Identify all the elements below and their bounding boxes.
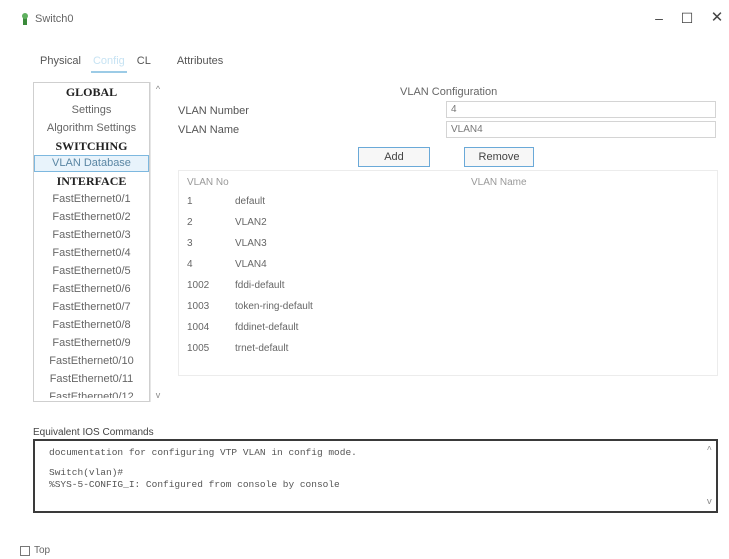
scroll-down-icon[interactable]: v: [153, 390, 163, 400]
sidebar-item-fa0-6[interactable]: FastEthernet0/6: [34, 280, 149, 298]
vlan-no-cell: 1003: [187, 301, 210, 312]
sidebar-item-fa0-12[interactable]: FastEthernet0/12: [34, 388, 149, 398]
table-row[interactable]: 1005 trnet-default: [179, 340, 717, 360]
close-button[interactable]: ✕: [705, 8, 729, 28]
vlan-name-cell: trnet-default: [235, 343, 289, 354]
vlan-name-cell: fddi-default: [235, 280, 285, 291]
title-bar: Switch0 – ☐ ✕: [0, 0, 729, 34]
ios-line: %SYS-5-CONFIG_I: Configured from console…: [49, 479, 340, 490]
config-sidebar: GLOBAL Settings Algorithm Settings SWITC…: [33, 82, 150, 402]
vlan-name-cell: VLAN2: [235, 217, 267, 228]
vlan-no-cell: 1004: [187, 322, 210, 333]
sidebar-scrollbar[interactable]: ^ v: [150, 82, 164, 402]
table-row[interactable]: 1004 fddinet-default: [179, 319, 717, 339]
tab-config[interactable]: Config: [87, 52, 131, 73]
sidebar-header-switching: SWITCHING: [55, 139, 128, 153]
sidebar-item-settings[interactable]: Settings: [34, 101, 149, 119]
sidebar-item-fa0-5[interactable]: FastEthernet0/5: [34, 262, 149, 280]
sidebar-item-algorithm-settings[interactable]: Algorithm Settings: [34, 119, 149, 137]
sidebar-item-fa0-10[interactable]: FastEthernet0/10: [34, 352, 149, 370]
vlan-table: VLAN No VLAN Name 1 default 2 VLAN2 3 VL…: [178, 170, 718, 376]
tab-bar: Physical Config CL Attributes: [34, 52, 229, 73]
ios-line: Switch(vlan)#: [49, 467, 124, 478]
sidebar-item-fa0-1[interactable]: FastEthernet0/1: [34, 190, 149, 208]
sidebar-item-fa0-2[interactable]: FastEthernet0/2: [34, 208, 149, 226]
sidebar-header-interface: INTERFACE: [56, 174, 127, 188]
ios-scroll-up-icon[interactable]: ^: [707, 445, 712, 455]
vlan-name-cell: default: [235, 196, 266, 207]
sidebar-item-fa0-9[interactable]: FastEthernet0/9: [34, 334, 149, 352]
column-header-vlan-no[interactable]: VLAN No: [187, 177, 229, 188]
vlan-no-cell: 1002: [187, 280, 210, 291]
ios-scroll-down-icon[interactable]: v: [707, 497, 712, 507]
vlan-name-cell: VLAN3: [235, 238, 267, 249]
sidebar-item-fa0-3[interactable]: FastEthernet0/3: [34, 226, 149, 244]
ios-commands-label: Equivalent IOS Commands: [33, 427, 154, 438]
table-row[interactable]: 1002 fddi-default: [179, 277, 717, 297]
top-checkbox[interactable]: [20, 545, 30, 556]
vlan-no-cell: 3: [187, 238, 193, 249]
column-header-vlan-name[interactable]: VLAN Name: [471, 177, 527, 188]
vlan-name-cell: token-ring-default: [235, 301, 313, 312]
vlan-config-title: VLAN Configuration: [400, 86, 498, 98]
vlan-no-cell: 4: [187, 259, 193, 270]
sidebar-header-global: GLOBAL: [65, 85, 118, 99]
vlan-no-cell: 1005: [187, 343, 210, 354]
maximize-button[interactable]: ☐: [675, 8, 699, 28]
ios-commands-output[interactable]: documentation for configuring VTP VLAN i…: [33, 439, 718, 513]
tab-cli[interactable]: CL: [131, 52, 157, 70]
sidebar-item-vlan-database[interactable]: VLAN Database: [34, 155, 149, 172]
table-row[interactable]: 3 VLAN3: [179, 235, 717, 255]
table-row[interactable]: 2 VLAN2: [179, 214, 717, 234]
switch-app-icon: [22, 13, 28, 25]
remove-button[interactable]: Remove: [464, 147, 534, 167]
vlan-name-input[interactable]: VLAN4: [446, 121, 716, 138]
tab-attributes[interactable]: Attributes: [171, 52, 229, 70]
ios-line: documentation for configuring VTP VLAN i…: [49, 447, 357, 458]
ios-line-blank: [49, 459, 702, 467]
vlan-name-cell: VLAN4: [235, 259, 267, 270]
vlan-number-input[interactable]: 4: [446, 101, 716, 118]
top-checkbox-label: Top: [34, 545, 51, 556]
table-row[interactable]: 1003 token-ring-default: [179, 298, 717, 318]
sidebar-item-fa0-8[interactable]: FastEthernet0/8: [34, 316, 149, 334]
sidebar-item-fa0-4[interactable]: FastEthernet0/4: [34, 244, 149, 262]
vlan-no-cell: 1: [187, 196, 193, 207]
vlan-number-label: VLAN Number: [178, 105, 249, 117]
vlan-name-label: VLAN Name: [178, 124, 240, 136]
top-option[interactable]: Top: [20, 545, 50, 556]
window-title: Switch0: [35, 13, 74, 25]
scroll-up-icon[interactable]: ^: [153, 84, 163, 94]
vlan-name-cell: fddinet-default: [235, 322, 299, 333]
sidebar-item-fa0-7[interactable]: FastEthernet0/7: [34, 298, 149, 316]
vlan-no-cell: 2: [187, 217, 193, 228]
table-row[interactable]: 1 default: [179, 193, 717, 213]
table-row[interactable]: 4 VLAN4: [179, 256, 717, 276]
minimize-button[interactable]: –: [647, 8, 671, 28]
add-button[interactable]: Add: [358, 147, 430, 167]
sidebar-item-fa0-11[interactable]: FastEthernet0/11: [34, 370, 149, 388]
tab-physical[interactable]: Physical: [34, 52, 87, 70]
